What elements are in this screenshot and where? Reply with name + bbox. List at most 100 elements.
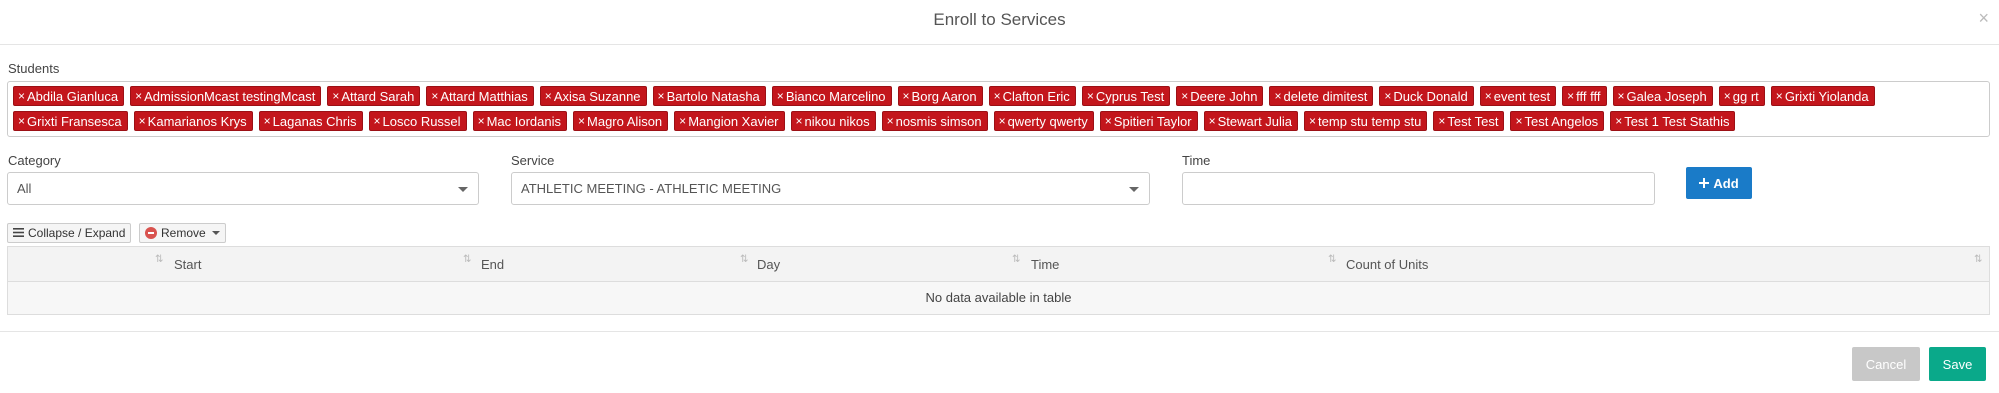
remove-x-icon[interactable]: ×	[1105, 114, 1112, 128]
remove-x-icon[interactable]: ×	[777, 89, 784, 103]
table-header: ⇅ Start ⇅ End ⇅ Day ⇅ Time ⇅ Count of Un…	[8, 247, 1989, 282]
student-tag[interactable]: × Test 1 Test Stathis	[1610, 111, 1736, 131]
sort-icon[interactable]: ⇅	[1328, 254, 1337, 265]
student-tag[interactable]: × Mac Iordanis	[472, 111, 567, 131]
student-tag[interactable]: × nosmis simson	[881, 111, 988, 131]
student-tag[interactable]: × Duck Donald	[1379, 86, 1474, 106]
category-select[interactable]: All	[7, 172, 479, 205]
remove-x-icon[interactable]: ×	[264, 114, 271, 128]
collapse-expand-button[interactable]: Collapse / Expand	[7, 223, 132, 243]
sort-icon[interactable]: ⇅	[463, 254, 472, 265]
student-tag[interactable]: × Laganas Chris	[258, 111, 363, 131]
column-end[interactable]: End	[481, 257, 504, 272]
student-tag[interactable]: × Borg Aaron	[897, 86, 983, 106]
student-tag[interactable]: × nikou nikos	[790, 111, 876, 131]
remove-x-icon[interactable]: ×	[1615, 114, 1622, 128]
students-label: Students	[8, 61, 60, 76]
column-time[interactable]: Time	[1031, 257, 1059, 272]
chevron-down-icon	[458, 187, 468, 192]
column-count-of-units[interactable]: Count of Units	[1346, 257, 1428, 272]
student-tag-label: Grixti Fransesca	[27, 113, 122, 129]
remove-x-icon[interactable]: ×	[1438, 114, 1445, 128]
remove-x-icon[interactable]: ×	[1724, 89, 1731, 103]
remove-x-icon[interactable]: ×	[578, 114, 585, 128]
student-tag[interactable]: × Stewart Julia	[1203, 111, 1299, 131]
remove-x-icon[interactable]: ×	[1309, 114, 1316, 128]
students-multiselect[interactable]: × Abdila Gianluca × AdmissionMcast testingM…	[7, 81, 1990, 137]
remove-x-icon[interactable]: ×	[139, 114, 146, 128]
remove-x-icon[interactable]: ×	[903, 89, 910, 103]
student-tag[interactable]: × Abdila Gianluca	[13, 86, 125, 106]
remove-x-icon[interactable]: ×	[135, 89, 142, 103]
remove-x-icon[interactable]: ×	[679, 114, 686, 128]
student-tag[interactable]: × Magro Alison	[573, 111, 669, 131]
student-tag[interactable]: × gg rt	[1718, 86, 1765, 106]
remove-x-icon[interactable]: ×	[478, 114, 485, 128]
student-tag[interactable]: × AdmissionMcast testingMcast	[130, 86, 322, 106]
remove-x-icon[interactable]: ×	[1485, 89, 1492, 103]
student-tag[interactable]: × Bartolo Natasha	[652, 86, 766, 106]
remove-x-icon[interactable]: ×	[994, 89, 1001, 103]
remove-x-icon[interactable]: ×	[18, 114, 25, 128]
student-tag[interactable]: × qwerty qwerty	[993, 111, 1094, 131]
remove-x-icon[interactable]: ×	[1567, 89, 1574, 103]
student-tag[interactable]: × Grixti Yiolanda	[1770, 86, 1875, 106]
remove-x-icon[interactable]: ×	[1618, 89, 1625, 103]
student-tag[interactable]: × Galea Joseph	[1612, 86, 1713, 106]
sort-icon[interactable]: ⇅	[1012, 254, 1021, 265]
remove-x-icon[interactable]: ×	[796, 114, 803, 128]
time-input[interactable]	[1182, 172, 1655, 205]
student-tag[interactable]: × event test	[1479, 86, 1557, 106]
student-tag[interactable]: × delete dimitest	[1269, 86, 1374, 106]
remove-x-icon[interactable]: ×	[374, 114, 381, 128]
sort-icon[interactable]: ⇅	[155, 254, 164, 265]
remove-x-icon[interactable]: ×	[545, 89, 552, 103]
remove-x-icon[interactable]: ×	[1181, 89, 1188, 103]
save-button[interactable]: Save	[1929, 347, 1986, 381]
column-start[interactable]: Start	[174, 257, 201, 272]
student-tag[interactable]: × Clafton Eric	[988, 86, 1076, 106]
student-tag-label: Bianco Marcelino	[785, 88, 886, 104]
remove-x-icon[interactable]: ×	[999, 114, 1006, 128]
remove-dropdown-button[interactable]: Remove	[139, 223, 226, 243]
remove-x-icon[interactable]: ×	[887, 114, 894, 128]
student-tag[interactable]: × Cyprus Test	[1081, 86, 1171, 106]
student-tag-label: Kamarianos Krys	[147, 113, 247, 129]
remove-x-icon[interactable]: ×	[1515, 114, 1522, 128]
student-tag[interactable]: × Bianco Marcelino	[771, 86, 892, 106]
student-tag[interactable]: × Axisa Suzanne	[539, 86, 647, 106]
student-tag[interactable]: × Attard Sarah	[327, 86, 421, 106]
service-select[interactable]: ATHLETIC MEETING - ATHLETIC MEETING	[511, 172, 1150, 205]
student-tag[interactable]: × temp stu temp stu	[1304, 111, 1428, 131]
student-tag[interactable]: × Mangion Xavier	[674, 111, 785, 131]
modal-header: Enroll to Services ×	[0, 0, 1999, 45]
student-tag[interactable]: × Kamarianos Krys	[133, 111, 253, 131]
student-tag[interactable]: × Grixti Fransesca	[13, 111, 128, 131]
student-tag[interactable]: × Test Angelos	[1510, 111, 1605, 131]
remove-x-icon[interactable]: ×	[18, 89, 25, 103]
student-tag-label: gg rt	[1732, 88, 1759, 104]
remove-x-icon[interactable]: ×	[332, 89, 339, 103]
student-tag-label: temp stu temp stu	[1318, 113, 1422, 129]
student-tag[interactable]: × fff fff	[1562, 86, 1607, 106]
remove-x-icon[interactable]: ×	[431, 89, 438, 103]
student-tag-label: Bartolo Natasha	[666, 88, 760, 104]
student-tag-label: Test Test	[1447, 113, 1499, 129]
sort-icon[interactable]: ⇅	[1974, 254, 1983, 265]
student-tag[interactable]: × Test Test	[1433, 111, 1505, 131]
student-tag[interactable]: × Losco Russel	[368, 111, 467, 131]
remove-x-icon[interactable]: ×	[1209, 114, 1216, 128]
remove-x-icon[interactable]: ×	[1087, 89, 1094, 103]
remove-x-icon[interactable]: ×	[1274, 89, 1281, 103]
add-button[interactable]: Add	[1686, 167, 1752, 199]
column-day[interactable]: Day	[757, 257, 780, 272]
remove-x-icon[interactable]: ×	[1776, 89, 1783, 103]
remove-x-icon[interactable]: ×	[1384, 89, 1391, 103]
student-tag[interactable]: × Attard Matthias	[426, 86, 534, 106]
sort-icon[interactable]: ⇅	[740, 254, 749, 265]
student-tag[interactable]: × Spitieri Taylor	[1099, 111, 1198, 131]
close-icon[interactable]: ×	[1978, 8, 1989, 29]
remove-x-icon[interactable]: ×	[658, 89, 665, 103]
student-tag[interactable]: × Deere John	[1176, 86, 1264, 106]
cancel-button[interactable]: Cancel	[1852, 347, 1920, 381]
